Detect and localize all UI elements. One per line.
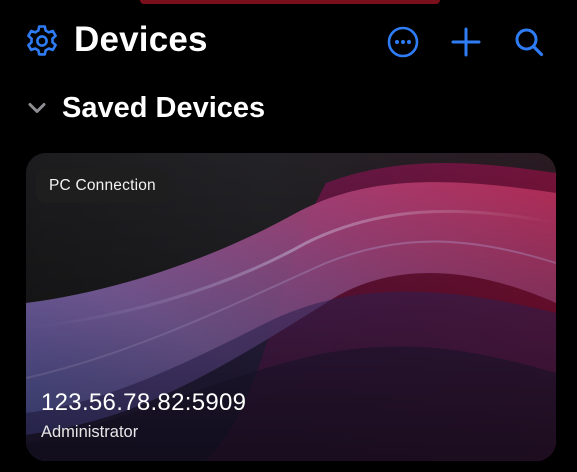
magnifier-icon [515,28,544,57]
chevron-down-icon [28,103,46,113]
section-title: Saved Devices [62,92,266,124]
add-device-button[interactable] [446,22,486,62]
more-options-button[interactable] [383,22,423,62]
saved-devices-section-header[interactable]: Saved Devices [26,88,265,128]
connection-type-label: PC Connection [49,177,156,194]
device-card[interactable]: PC Connection 123.56.78.82:5909 Administ… [26,153,556,461]
gear-icon[interactable] [24,23,60,59]
header-bar: Devices [0,0,577,84]
page-title: Devices [74,20,208,59]
device-address: 123.56.78.82:5909 [41,389,247,416]
search-button[interactable] [509,22,549,62]
plus-icon [451,27,481,57]
devices-screen: Devices Saved Devices PC Connection 123.… [0,0,577,472]
connection-type-badge: PC Connection [36,169,169,203]
device-user: Administrator [41,423,139,441]
ellipsis-circle-icon [387,26,419,58]
